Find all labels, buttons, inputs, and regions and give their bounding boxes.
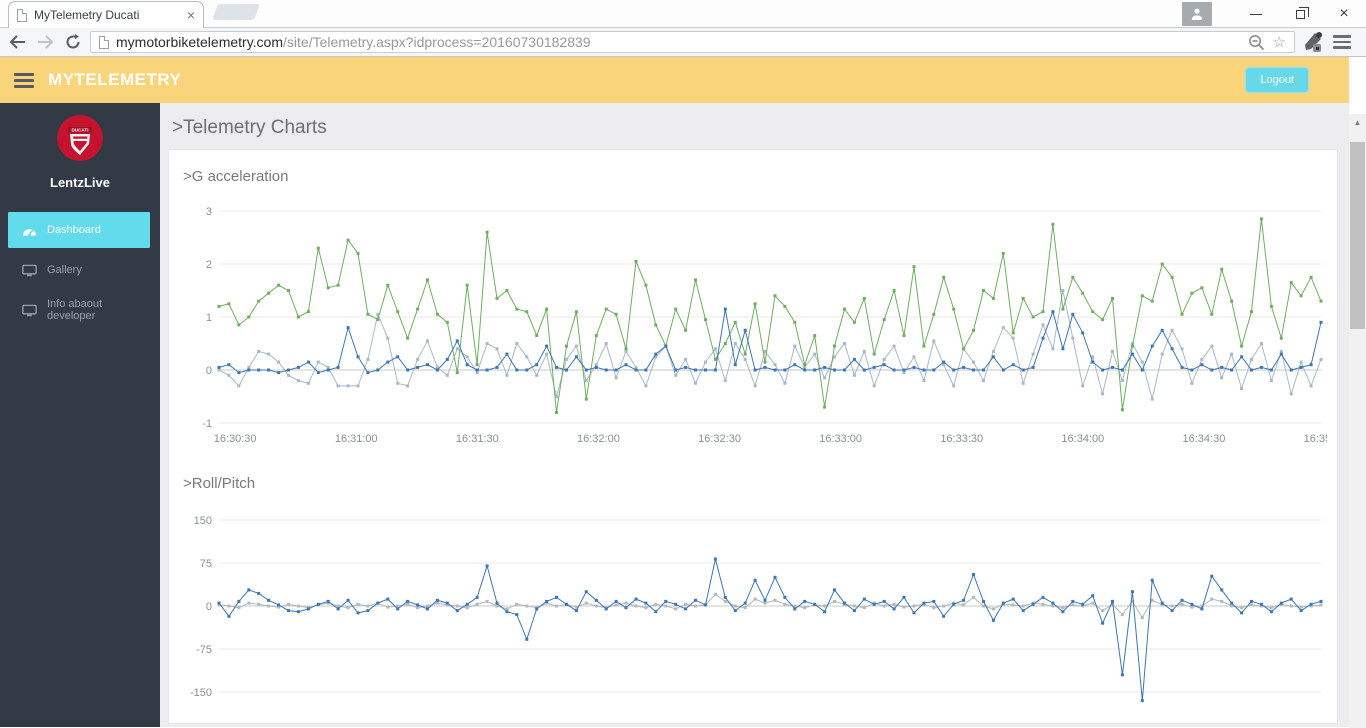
monitor-icon (22, 264, 37, 276)
svg-text:16:33:00: 16:33:00 (819, 433, 862, 445)
browser-window: MyTelemetry Ducati × × mymotorbiketeleme… (0, 0, 1366, 728)
page-title: >Telemetry Charts (172, 117, 327, 138)
svg-text:16:33:30: 16:33:30 (940, 433, 983, 445)
web-app: MYTELEMETRY Logout DUCATI LentzLive Dash… (0, 57, 1366, 728)
address-bar[interactable]: mymotorbiketelemetry.com/site/Telemetry.… (90, 31, 1295, 53)
forward-button[interactable] (34, 31, 56, 53)
app-header: MYTELEMETRY Logout (0, 57, 1349, 103)
svg-text:2: 2 (206, 259, 212, 271)
sidebar-menu: Dashboard Gallery Info abaout developer (0, 212, 160, 328)
svg-text:16:30:30: 16:30:30 (214, 433, 257, 445)
svg-text:16:31:00: 16:31:00 (335, 433, 378, 445)
main-content: >Telemetry Charts >G acceleration 3 2 1 0 -1… (160, 103, 1349, 727)
minimize-button[interactable] (1234, 0, 1278, 28)
svg-text:16:34:30: 16:34:30 (1183, 433, 1226, 445)
svg-text:0: 0 (206, 601, 212, 613)
page-scrollbar[interactable]: ▲ ▼ (1349, 114, 1366, 728)
scrollbar-thumb[interactable] (1350, 142, 1365, 329)
svg-text:75: 75 (200, 558, 212, 570)
new-tab-button[interactable] (212, 4, 260, 20)
roll-pitch-section: >Roll/Pitch 150 75 0 -75 -150 (181, 475, 1325, 721)
browser-tab[interactable]: MyTelemetry Ducati × (8, 1, 204, 28)
sidebar: DUCATI LentzLive Dashboard Gallery Info … (0, 103, 160, 727)
sidebar-item-info-developer[interactable]: Info abaout developer (8, 292, 150, 328)
bookmark-star-icon[interactable]: ☆ (1273, 35, 1286, 50)
page-icon (99, 35, 109, 49)
close-button[interactable]: × (1322, 0, 1366, 28)
monitor-icon (22, 304, 37, 316)
zoom-out-icon[interactable] (1248, 34, 1265, 51)
browser-menu-icon[interactable] (1333, 35, 1351, 49)
speedometer-icon (22, 228, 37, 236)
eyedropper-extension-icon[interactable] (1301, 31, 1323, 53)
svg-text:-75: -75 (196, 644, 212, 656)
svg-text:150: 150 (194, 515, 212, 527)
tab-title: MyTelemetry Ducati (34, 8, 140, 22)
svg-text:16:35:00: 16:35:00 (1304, 433, 1327, 445)
reload-button[interactable] (62, 31, 84, 53)
svg-text:16:32:00: 16:32:00 (577, 433, 620, 445)
svg-text:1: 1 (206, 312, 212, 324)
ducati-logo: DUCATI (0, 103, 160, 167)
person-icon (1191, 8, 1203, 20)
charts-panel: >G acceleration 3 2 1 0 -1 16:30:30 16:31:00 16… (168, 149, 1338, 724)
svg-text:-150: -150 (190, 687, 212, 699)
username: LentzLive (50, 175, 110, 190)
g-acceleration-chart[interactable]: 3 2 1 0 -116:30:30 16:31:00 16:31:30 16:32:00 16… (181, 199, 1327, 449)
page-favicon (17, 8, 27, 22)
back-button[interactable] (6, 31, 28, 53)
browser-titlebar: MyTelemetry Ducati × × (0, 0, 1366, 28)
svg-text:16:31:30: 16:31:30 (456, 433, 499, 445)
roll-pitch-chart[interactable]: 150 75 0 -75 -150 (181, 506, 1327, 721)
g-acceleration-section: >G acceleration 3 2 1 0 -1 16:30:30 16:31:00 16… (181, 168, 1327, 449)
svg-text:16:34:00: 16:34:00 (1061, 433, 1104, 445)
svg-text:3: 3 (206, 206, 212, 218)
scrollbar-up-icon[interactable]: ▲ (1349, 114, 1366, 131)
sidebar-toggle-icon[interactable] (14, 72, 34, 88)
url-text[interactable]: mymotorbiketelemetry.com/site/Telemetry.… (116, 34, 1241, 50)
svg-text:-1: -1 (202, 418, 212, 430)
chart-title-roll-pitch: >Roll/Pitch (183, 475, 256, 492)
browser-toolbar: mymotorbiketelemetry.com/site/Telemetry.… (0, 28, 1366, 57)
svg-text:DUCATI: DUCATI (71, 128, 88, 133)
profile-button[interactable] (1182, 2, 1212, 26)
logout-button[interactable]: Logout (1245, 67, 1309, 93)
app-brand: MYTELEMETRY (48, 70, 182, 89)
svg-text:16:32:30: 16:32:30 (698, 433, 741, 445)
sidebar-item-label: Gallery (47, 264, 82, 276)
restore-button[interactable] (1278, 0, 1322, 28)
tab-close-icon[interactable]: × (187, 8, 195, 22)
svg-text:0: 0 (206, 365, 212, 377)
sidebar-item-gallery[interactable]: Gallery (8, 252, 150, 288)
sidebar-item-dashboard[interactable]: Dashboard (8, 212, 150, 248)
sidebar-item-label: Dashboard (47, 224, 101, 236)
chart-title-g-acceleration: >G acceleration (183, 168, 289, 185)
sidebar-item-label: Info abaout developer (47, 298, 103, 322)
